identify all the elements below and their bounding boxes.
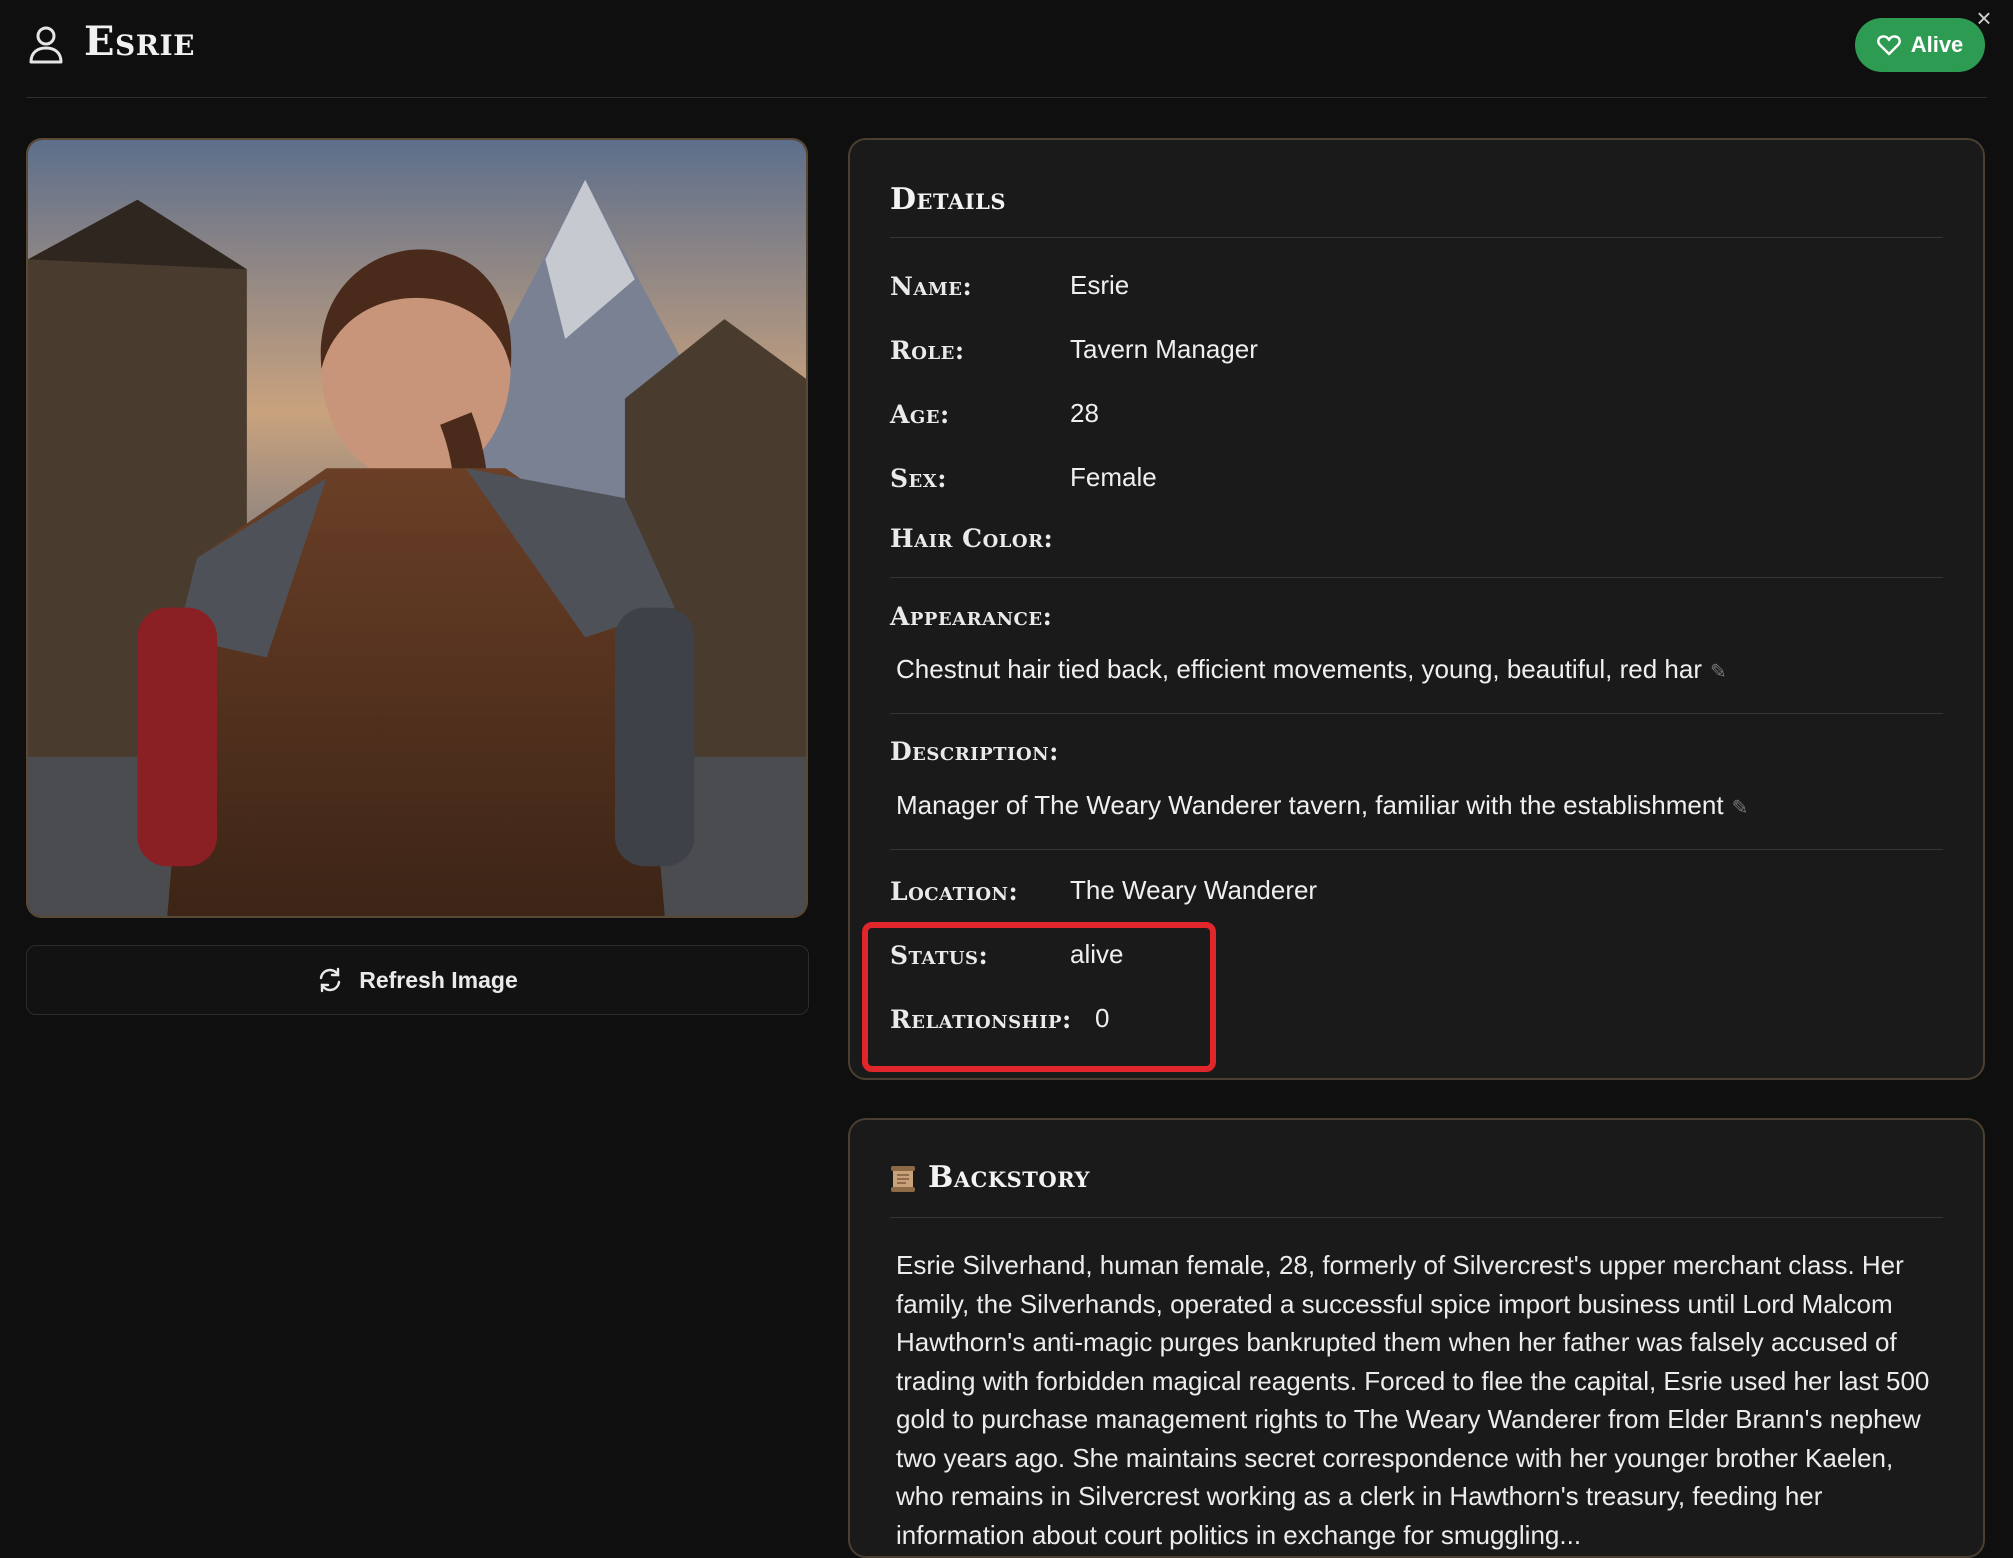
backstory-heading-row: Backstory [890,1160,1090,1195]
status-badge-label: Alive [1910,32,1964,57]
user-icon [29,26,63,64]
backstory-divider [890,1217,1943,1218]
appearance-value: Chestnut hair tied back, efficient movem… [896,654,1702,684]
location-divider [890,849,1943,850]
role-label: Role: [890,336,965,365]
character-portrait [26,138,808,918]
header-divider [26,97,1987,98]
edit-pencil-icon[interactable]: ✎ [1732,795,1749,820]
sex-label: Sex: [890,464,947,493]
edit-pencil-icon[interactable]: ✎ [1710,659,1727,684]
refresh-image-label: Refresh Image [359,966,518,993]
status-badge[interactable]: Alive [1855,18,1985,72]
details-card: Details Name: Esrie Role: Tavern Manager… [848,138,1985,1080]
refresh-image-button[interactable]: Refresh Image [26,945,809,1015]
location-label: Location: [890,877,1019,906]
appearance-text[interactable]: Chestnut hair tied back, efficient movem… [896,654,1727,685]
refresh-icon [320,967,341,993]
description-label: Description: [890,737,1059,766]
appearance-label: Appearance: [890,602,1053,631]
age-value: 28 [1070,398,1099,428]
scroll-icon [891,1166,915,1192]
name-value: Esrie [1070,270,1130,300]
sex-value: Female [1070,462,1157,492]
age-label: Age: [890,400,950,429]
name-label: Name: [890,272,973,301]
page-title: Esrie [84,18,195,65]
details-heading: Details [890,182,1007,217]
description-text[interactable]: Manager of The Weary Wanderer tavern, fa… [896,790,1748,821]
description-divider [890,713,1943,714]
close-icon[interactable]: × [1972,5,1996,31]
location-value: The Weary Wanderer [1070,875,1318,905]
role-value: Tavern Manager [1070,334,1258,364]
backstory-card: Backstory Esrie Silverhand, human female… [848,1118,1985,1558]
page-header: Esrie Alive × [0,0,2013,98]
appearance-divider [890,577,1943,578]
details-divider [890,237,1943,238]
highlight-annotation [862,922,1216,1072]
backstory-heading: Backstory [928,1160,1090,1195]
hair-color-label: Hair Color: [890,524,1054,553]
description-value: Manager of The Weary Wanderer tavern, fa… [896,790,1724,820]
heart-icon [1876,35,1901,56]
backstory-text: Esrie Silverhand, human female, 28, form… [896,1250,1930,1550]
